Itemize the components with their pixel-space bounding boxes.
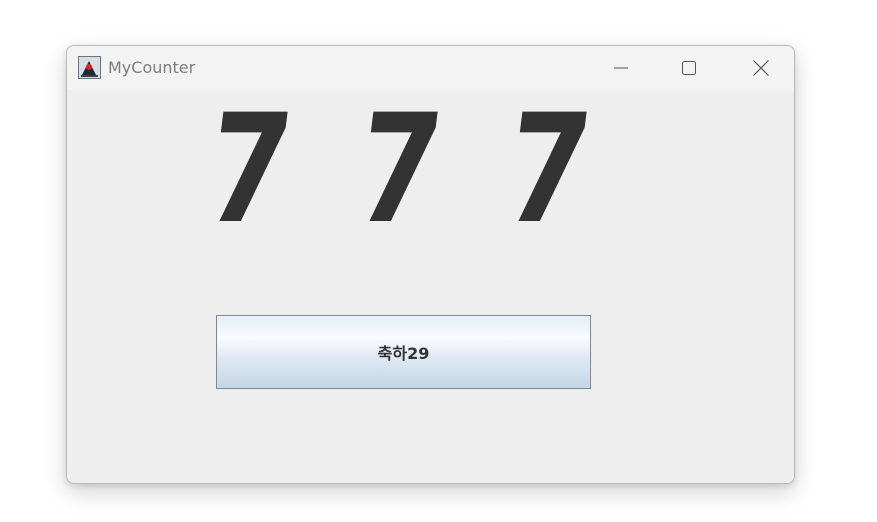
minimize-icon [614, 61, 628, 75]
window-title: MyCounter [108, 58, 196, 77]
celebrate-button-label: 축하29 [377, 344, 430, 363]
content-pane: 7 7 7 축하29 [67, 83, 794, 483]
java-duke-icon [78, 56, 101, 79]
counter-digit-2: 7 [347, 83, 451, 257]
counter-digit-1: 7 [197, 83, 301, 257]
close-icon [753, 60, 769, 76]
mycounter-window: MyCounter 7 7 7 축하29 [66, 45, 795, 484]
maximize-icon [682, 61, 696, 75]
counter-digit-3: 7 [496, 83, 600, 257]
celebrate-button[interactable]: 축하29 [216, 315, 591, 389]
maximize-button[interactable] [666, 46, 712, 90]
close-button[interactable] [738, 46, 784, 90]
minimize-button[interactable] [598, 46, 644, 90]
